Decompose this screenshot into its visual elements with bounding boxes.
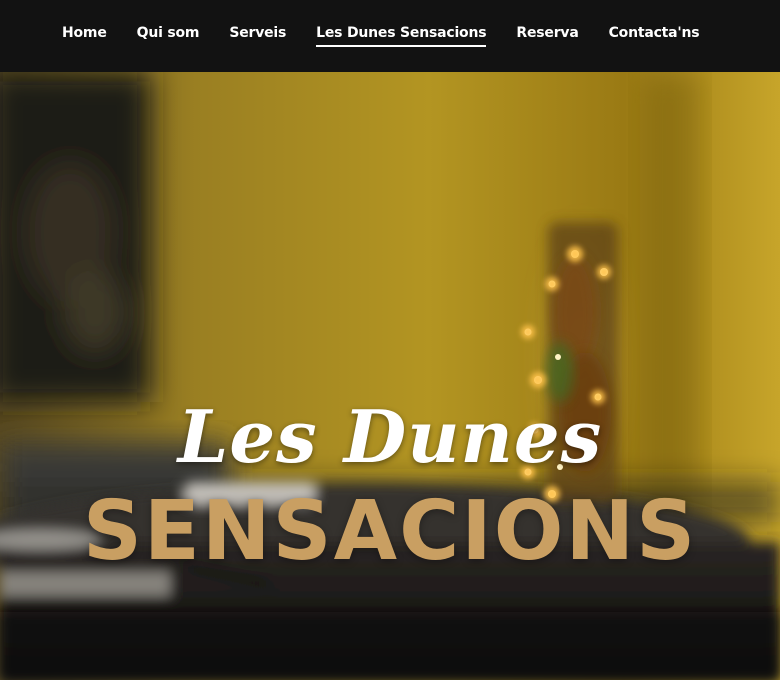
- nav-item-serveis: Serveis: [229, 22, 286, 47]
- nav-item-contactans: Contacta'ns: [609, 22, 700, 47]
- nav-link-reserva[interactable]: Reserva: [516, 24, 578, 45]
- nav-link-les-dunes-sensacions[interactable]: Les Dunes Sensacions: [316, 24, 487, 47]
- nav-item-les-dunes-sensacions: Les Dunes Sensacions: [316, 22, 487, 47]
- nav-menu: Home Qui som Serveis Les Dunes Sensacion…: [62, 22, 729, 47]
- nav-item-home: Home: [62, 22, 107, 47]
- hero-script-title: Les Dunes: [177, 394, 603, 479]
- hero-section: Les Dunes SENSACIONS: [0, 72, 780, 680]
- nav-link-home[interactable]: Home: [62, 24, 107, 45]
- nav-item-qui-som: Qui som: [137, 22, 200, 47]
- top-navigation: Home Qui som Serveis Les Dunes Sensacion…: [0, 0, 780, 72]
- nav-link-serveis[interactable]: Serveis: [229, 24, 286, 45]
- hero-block-title: SENSACIONS: [82, 484, 698, 579]
- hero-background-photo: [0, 72, 780, 680]
- page: Home Qui som Serveis Les Dunes Sensacion…: [0, 0, 780, 680]
- nav-link-contactans[interactable]: Contacta'ns: [609, 24, 700, 45]
- nav-link-qui-som[interactable]: Qui som: [137, 24, 200, 45]
- nav-item-reserva: Reserva: [516, 22, 578, 47]
